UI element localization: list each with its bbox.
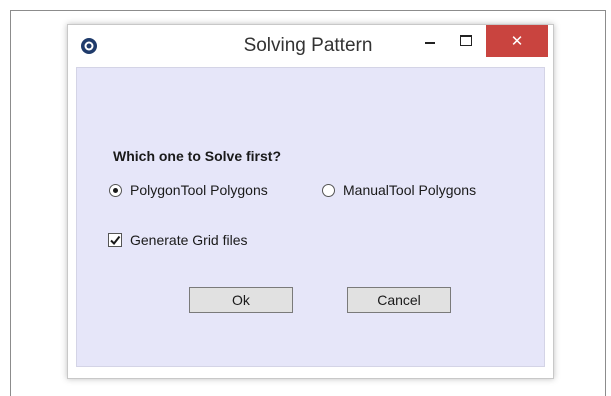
- cancel-button[interactable]: Cancel: [347, 287, 451, 313]
- checkmark-icon: [110, 235, 121, 246]
- figure-frame-left: [10, 10, 11, 396]
- radio-option-manualtool[interactable]: ManualTool Polygons: [322, 181, 476, 199]
- close-button[interactable]: ✕: [486, 25, 548, 57]
- radio-button-polygontool[interactable]: [109, 183, 122, 197]
- radio-label-manualtool[interactable]: ManualTool Polygons: [343, 182, 476, 198]
- close-icon: ✕: [510, 32, 524, 50]
- question-label: Which one to Solve first?: [113, 148, 282, 164]
- page: Solving Pattern ✕ Which one to Solve fir…: [0, 0, 611, 396]
- radio-button-manualtool[interactable]: [322, 183, 335, 197]
- maximize-button[interactable]: [452, 31, 480, 53]
- minimize-button[interactable]: [416, 31, 444, 53]
- title-bar[interactable]: Solving Pattern ✕: [68, 25, 553, 67]
- dialog-content: Which one to Solve first? PolygonTool Po…: [76, 67, 545, 367]
- generate-grid-checkbox[interactable]: [108, 233, 122, 247]
- ok-button[interactable]: Ok: [189, 287, 293, 313]
- radio-label-polygontool[interactable]: PolygonTool Polygons: [130, 182, 268, 198]
- generate-grid-label[interactable]: Generate Grid files: [130, 232, 248, 248]
- solving-pattern-dialog: Solving Pattern ✕ Which one to Solve fir…: [67, 24, 554, 379]
- app-icon: [81, 38, 97, 54]
- generate-grid-option[interactable]: Generate Grid files: [108, 231, 248, 249]
- figure-frame-top: [10, 10, 606, 11]
- radio-option-polygontool[interactable]: PolygonTool Polygons: [109, 181, 268, 199]
- window-title: Solving Pattern: [243, 35, 373, 56]
- figure-frame-right: [605, 10, 606, 396]
